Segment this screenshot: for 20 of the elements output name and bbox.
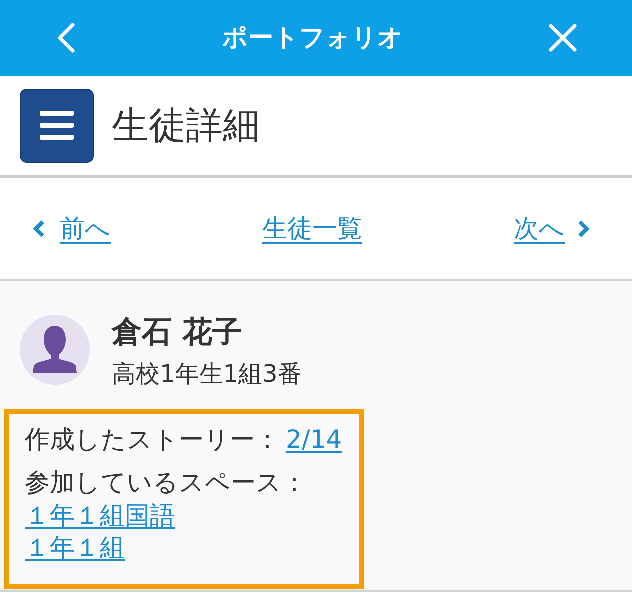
chevron-left-icon[interactable]	[32, 220, 46, 238]
student-class: 高校1年生1組3番	[112, 359, 302, 389]
space-link[interactable]: １年１組国語	[25, 500, 175, 532]
student-name: 倉石 花子	[112, 315, 244, 351]
student-list-link[interactable]: 生徒一覧	[262, 216, 362, 241]
back-icon	[56, 23, 76, 53]
close-icon	[549, 24, 577, 52]
close-button[interactable]	[548, 23, 578, 53]
chevron-right-icon[interactable]	[577, 220, 591, 238]
stories-label: 作成したストーリー：	[25, 424, 280, 456]
menu-icon	[40, 111, 74, 140]
stories-count-link[interactable]: 2/14	[286, 422, 342, 458]
page-title: 生徒詳細	[112, 107, 260, 144]
menu-button[interactable]	[20, 88, 94, 162]
spaces-label: 参加しているスペース：	[25, 467, 308, 499]
avatar-icon	[20, 315, 90, 385]
next-link[interactable]: 次へ	[514, 216, 565, 241]
space-link[interactable]: １年１組	[25, 532, 125, 564]
header-title: ポートフォリオ	[222, 22, 404, 54]
previous-link[interactable]: 前へ	[60, 216, 111, 241]
